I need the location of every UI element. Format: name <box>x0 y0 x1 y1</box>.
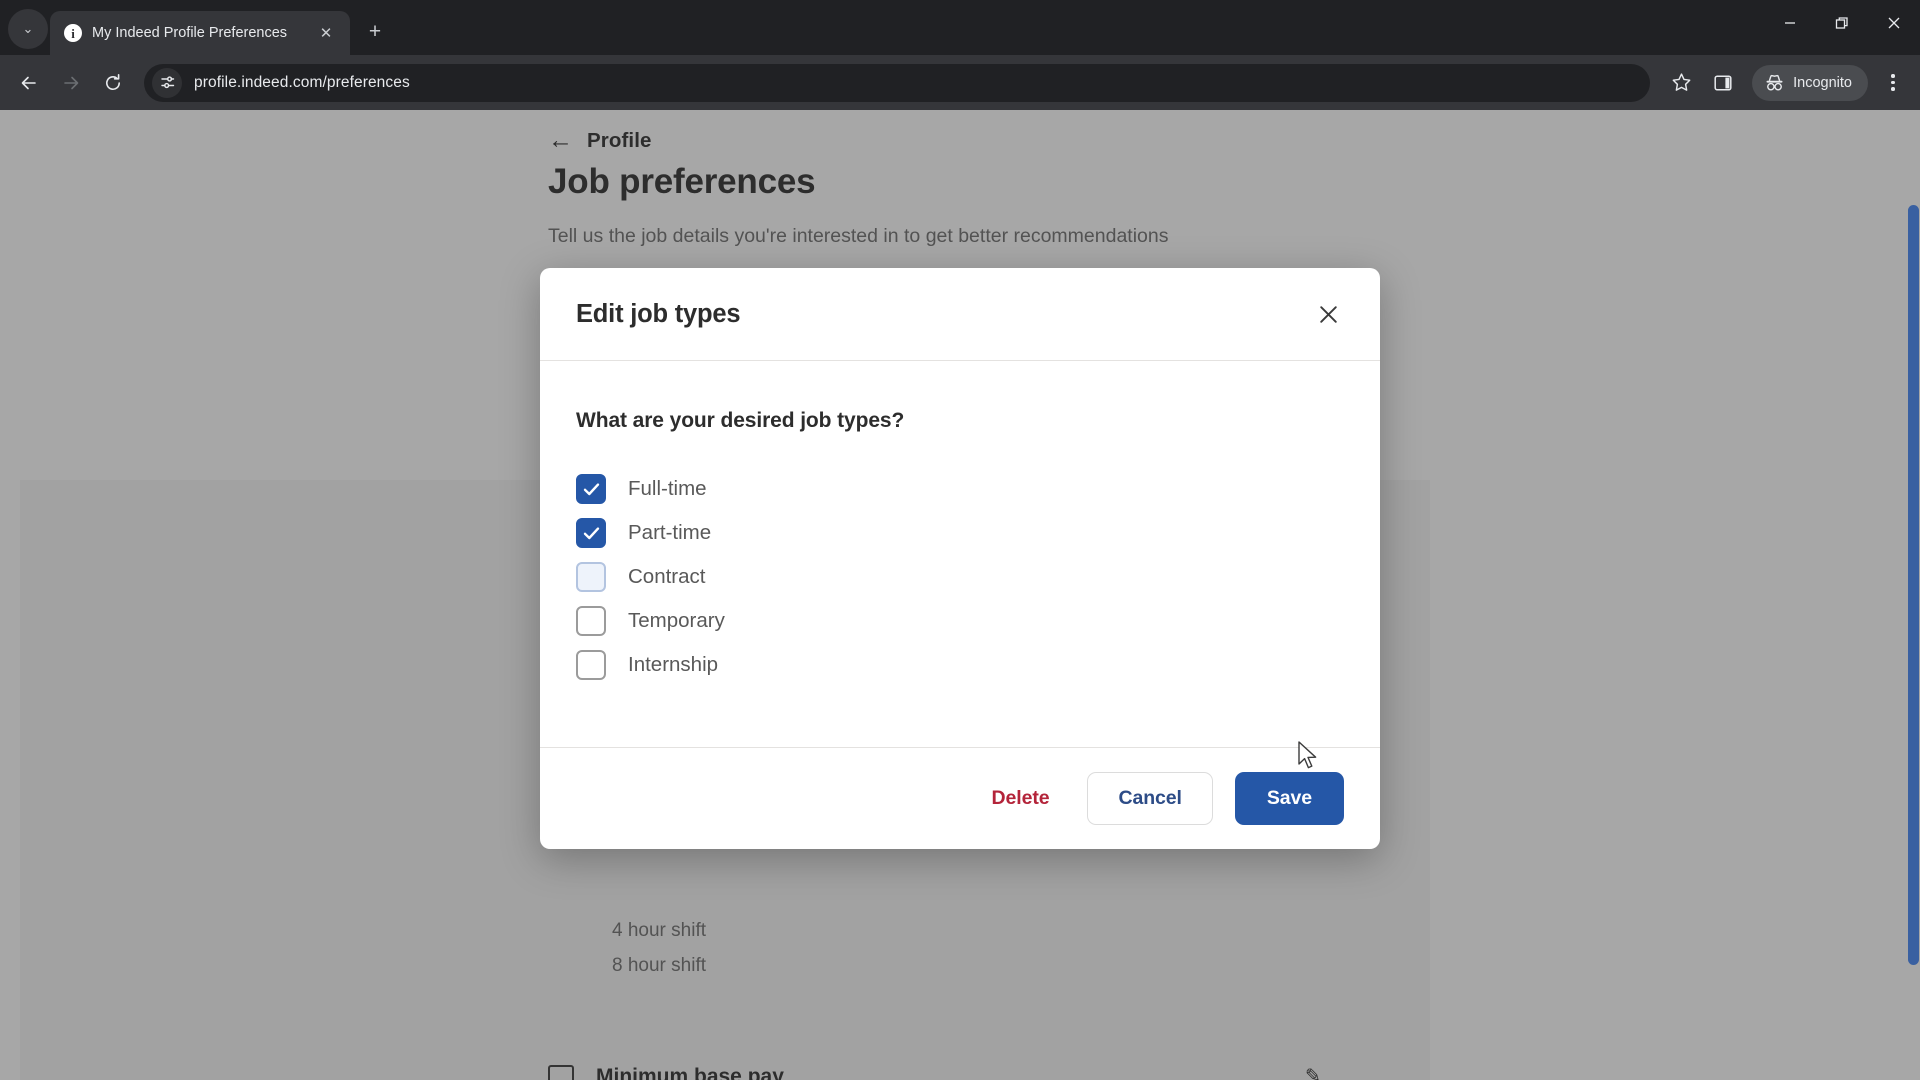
minimize-icon <box>1785 22 1795 24</box>
window-controls <box>1764 0 1920 46</box>
indeed-favicon: i <box>64 24 82 42</box>
dialog-header: Edit job types <box>540 268 1380 361</box>
checkbox-part-time[interactable] <box>576 518 606 548</box>
checkbox-full-time[interactable] <box>576 474 606 504</box>
maximize-button[interactable] <box>1816 0 1868 46</box>
back-button[interactable] <box>10 64 48 102</box>
job-type-label: Temporary <box>628 609 725 632</box>
job-type-option-row[interactable]: Part-time <box>576 511 1344 555</box>
incognito-indicator[interactable]: Incognito <box>1752 64 1868 101</box>
browser-window: ⌄ i My Indeed Profile Preferences ✕ + pr… <box>0 0 1920 1080</box>
incognito-icon <box>1766 74 1783 91</box>
incognito-label: Incognito <box>1793 74 1852 91</box>
tab-search-button[interactable]: ⌄ <box>8 9 48 49</box>
side-panel-icon[interactable] <box>1704 64 1742 102</box>
tab-close-icon[interactable]: ✕ <box>314 21 338 45</box>
site-settings-icon[interactable] <box>152 67 182 98</box>
tab-title: My Indeed Profile Preferences <box>92 25 288 41</box>
job-type-label: Contract <box>628 565 706 588</box>
url-text: profile.indeed.com/preferences <box>194 73 410 91</box>
forward-button[interactable] <box>52 64 90 102</box>
menu-dot <box>1891 87 1895 91</box>
close-icon <box>1319 305 1337 323</box>
save-button[interactable]: Save <box>1234 772 1344 825</box>
dialog-title: Edit job types <box>576 299 741 328</box>
menu-dot <box>1891 80 1895 85</box>
checkmark-icon <box>583 482 599 495</box>
cancel-button[interactable]: Cancel <box>1087 772 1213 825</box>
browser-toolbar: profile.indeed.com/preferences Incognito <box>0 55 1920 110</box>
checkbox-contract[interactable] <box>576 562 606 592</box>
job-type-option-row[interactable]: Temporary <box>576 599 1344 643</box>
job-type-label: Full-time <box>628 477 707 500</box>
checkbox-internship[interactable] <box>576 650 606 680</box>
modal-overlay[interactable]: Edit job types What are your desired job… <box>0 110 1920 1080</box>
address-bar[interactable]: profile.indeed.com/preferences <box>144 63 1651 102</box>
close-icon <box>1888 17 1900 29</box>
job-type-options-list: Full-time Part-time Contract Temporary Inter… <box>576 467 1344 687</box>
menu-dot <box>1891 74 1895 78</box>
job-type-label: Internship <box>628 653 719 676</box>
minimize-button[interactable] <box>1764 0 1816 46</box>
dialog-body: What are your desired job types? Full-ti… <box>540 361 1380 747</box>
dialog-close-button[interactable] <box>1306 292 1350 336</box>
restore-icon <box>1835 16 1848 29</box>
chrome-menu-button[interactable] <box>1876 64 1910 102</box>
checkmark-icon <box>583 526 599 539</box>
reload-button[interactable] <box>94 64 132 102</box>
new-tab-button[interactable]: + <box>358 15 392 49</box>
bookmark-star-icon[interactable] <box>1662 64 1700 102</box>
delete-button[interactable]: Delete <box>976 777 1066 820</box>
job-type-option-row[interactable]: Contract <box>576 555 1344 599</box>
job-type-label: Part-time <box>628 521 712 544</box>
question-label: What are your desired job types? <box>576 409 905 432</box>
job-type-option-row[interactable]: Internship <box>576 643 1344 687</box>
job-type-option-row[interactable]: Full-time <box>576 467 1344 511</box>
arrow-right-icon <box>64 76 79 89</box>
close-window-button[interactable] <box>1868 0 1920 46</box>
tab-strip: ⌄ i My Indeed Profile Preferences ✕ + <box>0 0 1920 55</box>
chevron-down-icon: ⌄ <box>22 21 34 36</box>
edit-job-types-dialog: Edit job types What are your desired job… <box>540 268 1380 849</box>
browser-tab[interactable]: i My Indeed Profile Preferences ✕ <box>50 11 350 55</box>
arrow-left-icon <box>21 76 36 89</box>
favicon-letter: i <box>71 25 75 41</box>
reload-icon <box>106 73 121 90</box>
page-viewport: ← Profile Job preferences Tell us the jo… <box>0 110 1920 1080</box>
checkbox-temporary[interactable] <box>576 606 606 636</box>
dialog-footer: Delete Cancel Save <box>540 747 1380 849</box>
